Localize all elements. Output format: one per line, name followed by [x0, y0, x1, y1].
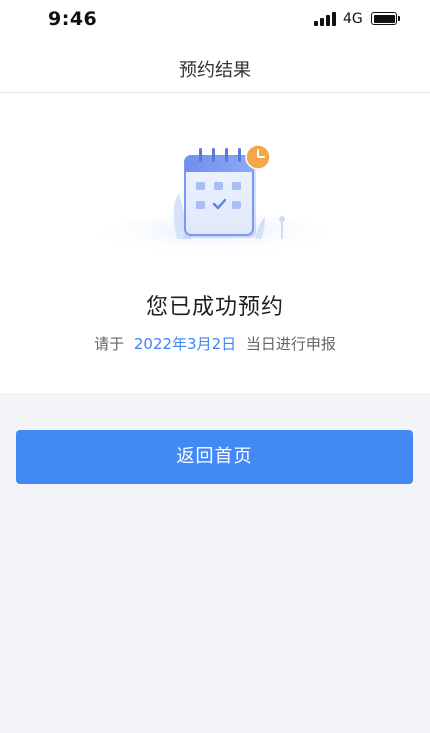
subtitle-suffix: 当日进行申报	[245, 335, 336, 353]
subtitle-prefix: 请于	[94, 335, 125, 353]
result-title: 您已成功预约	[145, 295, 284, 320]
nav-bar: 预约结果	[0, 40, 430, 93]
back-to-home-button[interactable]: 返回首页	[16, 430, 413, 484]
battery-icon	[371, 12, 400, 25]
signal-icon	[314, 12, 336, 26]
result-subtitle: 请于 2022年3月2日 当日进行申报	[0, 333, 430, 354]
page-title: 预约结果	[179, 60, 251, 81]
status-time: 9:46	[48, 8, 98, 30]
network-label: 4G	[343, 11, 363, 27]
status-bar: 9:46 4G	[0, 0, 430, 40]
calendar-check-illustration	[100, 144, 330, 257]
result-card: 您已成功预约 请于 2022年3月2日 当日进行申报	[0, 93, 430, 393]
appointment-date: 2022年3月2日	[133, 335, 237, 353]
